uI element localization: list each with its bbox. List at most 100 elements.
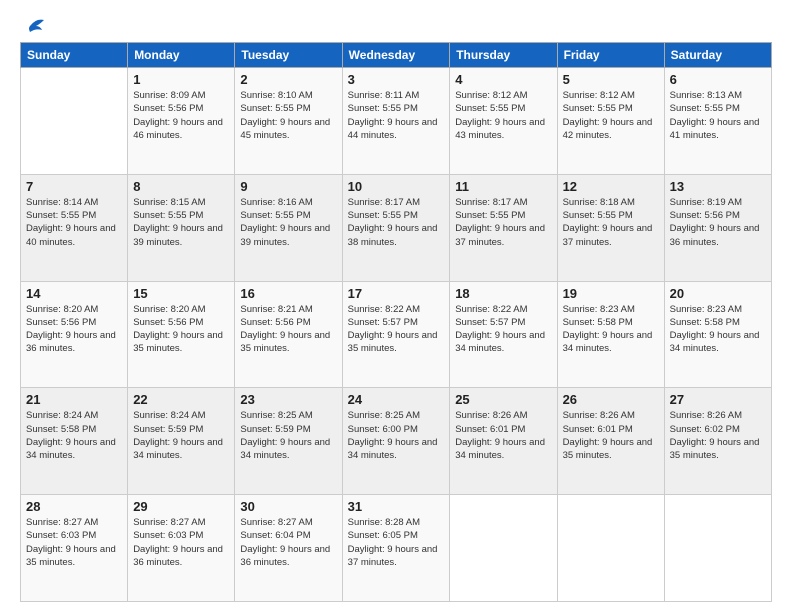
day-info: Sunrise: 8:23 AMSunset: 5:58 PMDaylight:… [670, 303, 766, 356]
calendar-cell [21, 68, 128, 175]
calendar-header-wednesday: Wednesday [342, 43, 450, 68]
day-number: 1 [133, 72, 229, 87]
day-number: 11 [455, 179, 551, 194]
day-info: Sunrise: 8:15 AMSunset: 5:55 PMDaylight:… [133, 196, 229, 249]
day-number: 22 [133, 392, 229, 407]
calendar-cell: 8 Sunrise: 8:15 AMSunset: 5:55 PMDaylight… [128, 174, 235, 281]
day-number: 19 [563, 286, 659, 301]
day-number: 8 [133, 179, 229, 194]
day-info: Sunrise: 8:21 AMSunset: 5:56 PMDaylight:… [240, 303, 336, 356]
day-info: Sunrise: 8:27 AMSunset: 6:03 PMDaylight:… [133, 516, 229, 569]
day-number: 12 [563, 179, 659, 194]
calendar-cell: 12Sunrise: 8:18 AMSunset: 5:55 PMDayligh… [557, 174, 664, 281]
day-info: Sunrise: 8:12 AMSunset: 5:55 PMDaylight:… [455, 89, 551, 142]
day-info: Sunrise: 8:12 AMSunset: 5:55 PMDaylight:… [563, 89, 659, 142]
day-number: 4 [455, 72, 551, 87]
day-number: 13 [670, 179, 766, 194]
calendar-header-monday: Monday [128, 43, 235, 68]
logo-bird-icon [22, 16, 44, 36]
day-number: 5 [563, 72, 659, 87]
calendar-cell: 28 Sunrise: 8:27 AMSunset: 6:03 PMDayligh… [21, 495, 128, 602]
calendar-cell: 15 Sunrise: 8:20 AMSunset: 5:56 PMDayligh… [128, 281, 235, 388]
day-number: 30 [240, 499, 336, 514]
calendar-cell: 31 Sunrise: 8:28 AMSunset: 6:05 PMDayligh… [342, 495, 450, 602]
calendar-cell: 7 Sunrise: 8:14 AMSunset: 5:55 PMDaylight… [21, 174, 128, 281]
calendar-cell: 9 Sunrise: 8:16 AMSunset: 5:55 PMDaylight… [235, 174, 342, 281]
day-number: 26 [563, 392, 659, 407]
day-info: Sunrise: 8:27 AMSunset: 6:03 PMDaylight:… [26, 516, 122, 569]
day-number: 25 [455, 392, 551, 407]
calendar: SundayMondayTuesdayWednesdayThursdayFrid… [20, 42, 772, 602]
day-number: 28 [26, 499, 122, 514]
day-info: Sunrise: 8:14 AMSunset: 5:55 PMDaylight:… [26, 196, 122, 249]
calendar-header-thursday: Thursday [450, 43, 557, 68]
calendar-cell: 17Sunrise: 8:22 AMSunset: 5:57 PMDayligh… [342, 281, 450, 388]
calendar-cell: 20 Sunrise: 8:23 AMSunset: 5:58 PMDayligh… [664, 281, 771, 388]
day-info: Sunrise: 8:20 AMSunset: 5:56 PMDaylight:… [26, 303, 122, 356]
calendar-cell: 24 Sunrise: 8:25 AMSunset: 6:00 PMDayligh… [342, 388, 450, 495]
day-info: Sunrise: 8:26 AMSunset: 6:01 PMDaylight:… [563, 409, 659, 462]
day-info: Sunrise: 8:16 AMSunset: 5:55 PMDaylight:… [240, 196, 336, 249]
calendar-cell: 1 Sunrise: 8:09 AMSunset: 5:56 PMDaylight… [128, 68, 235, 175]
day-number: 23 [240, 392, 336, 407]
day-info: Sunrise: 8:22 AMSunset: 5:57 PMDaylight:… [348, 303, 445, 356]
day-info: Sunrise: 8:24 AMSunset: 5:58 PMDaylight:… [26, 409, 122, 462]
day-info: Sunrise: 8:25 AMSunset: 6:00 PMDaylight:… [348, 409, 445, 462]
calendar-header-tuesday: Tuesday [235, 43, 342, 68]
day-info: Sunrise: 8:22 AMSunset: 5:57 PMDaylight:… [455, 303, 551, 356]
calendar-cell [450, 495, 557, 602]
calendar-cell [664, 495, 771, 602]
day-number: 9 [240, 179, 336, 194]
calendar-cell: 23 Sunrise: 8:25 AMSunset: 5:59 PMDayligh… [235, 388, 342, 495]
calendar-header-saturday: Saturday [664, 43, 771, 68]
day-info: Sunrise: 8:23 AMSunset: 5:58 PMDaylight:… [563, 303, 659, 356]
day-info: Sunrise: 8:20 AMSunset: 5:56 PMDaylight:… [133, 303, 229, 356]
day-info: Sunrise: 8:26 AMSunset: 6:02 PMDaylight:… [670, 409, 766, 462]
day-info: Sunrise: 8:28 AMSunset: 6:05 PMDaylight:… [348, 516, 445, 569]
day-number: 2 [240, 72, 336, 87]
calendar-cell: 10 Sunrise: 8:17 AMSunset: 5:55 PMDayligh… [342, 174, 450, 281]
calendar-cell: 30Sunrise: 8:27 AMSunset: 6:04 PMDayligh… [235, 495, 342, 602]
day-info: Sunrise: 8:09 AMSunset: 5:56 PMDaylight:… [133, 89, 229, 142]
calendar-cell: 22Sunrise: 8:24 AMSunset: 5:59 PMDayligh… [128, 388, 235, 495]
day-number: 20 [670, 286, 766, 301]
calendar-cell: 3Sunrise: 8:11 AMSunset: 5:55 PMDaylight… [342, 68, 450, 175]
day-number: 27 [670, 392, 766, 407]
day-info: Sunrise: 8:19 AMSunset: 5:56 PMDaylight:… [670, 196, 766, 249]
day-info: Sunrise: 8:26 AMSunset: 6:01 PMDaylight:… [455, 409, 551, 462]
page: SundayMondayTuesdayWednesdayThursdayFrid… [0, 0, 792, 612]
calendar-header-row: SundayMondayTuesdayWednesdayThursdayFrid… [21, 43, 772, 68]
calendar-cell: 14 Sunrise: 8:20 AMSunset: 5:56 PMDayligh… [21, 281, 128, 388]
day-number: 10 [348, 179, 445, 194]
calendar-week-3: 14 Sunrise: 8:20 AMSunset: 5:56 PMDayligh… [21, 281, 772, 388]
calendar-cell: 16Sunrise: 8:21 AMSunset: 5:56 PMDayligh… [235, 281, 342, 388]
header [20, 18, 772, 32]
day-number: 24 [348, 392, 445, 407]
calendar-week-1: 1 Sunrise: 8:09 AMSunset: 5:56 PMDaylight… [21, 68, 772, 175]
calendar-week-5: 28 Sunrise: 8:27 AMSunset: 6:03 PMDayligh… [21, 495, 772, 602]
calendar-cell: 4 Sunrise: 8:12 AMSunset: 5:55 PMDaylight… [450, 68, 557, 175]
day-number: 18 [455, 286, 551, 301]
day-number: 7 [26, 179, 122, 194]
calendar-cell [557, 495, 664, 602]
calendar-cell: 2Sunrise: 8:10 AMSunset: 5:55 PMDaylight… [235, 68, 342, 175]
calendar-cell: 5 Sunrise: 8:12 AMSunset: 5:55 PMDaylight… [557, 68, 664, 175]
day-info: Sunrise: 8:25 AMSunset: 5:59 PMDaylight:… [240, 409, 336, 462]
day-number: 14 [26, 286, 122, 301]
calendar-week-2: 7 Sunrise: 8:14 AMSunset: 5:55 PMDaylight… [21, 174, 772, 281]
calendar-week-4: 21Sunrise: 8:24 AMSunset: 5:58 PMDayligh… [21, 388, 772, 495]
day-number: 31 [348, 499, 445, 514]
calendar-cell: 26 Sunrise: 8:26 AMSunset: 6:01 PMDayligh… [557, 388, 664, 495]
calendar-cell: 19 Sunrise: 8:23 AMSunset: 5:58 PMDayligh… [557, 281, 664, 388]
day-number: 15 [133, 286, 229, 301]
calendar-header-friday: Friday [557, 43, 664, 68]
calendar-cell: 21Sunrise: 8:24 AMSunset: 5:58 PMDayligh… [21, 388, 128, 495]
calendar-cell: 13 Sunrise: 8:19 AMSunset: 5:56 PMDayligh… [664, 174, 771, 281]
day-info: Sunrise: 8:17 AMSunset: 5:55 PMDaylight:… [348, 196, 445, 249]
day-number: 6 [670, 72, 766, 87]
calendar-cell: 27 Sunrise: 8:26 AMSunset: 6:02 PMDayligh… [664, 388, 771, 495]
calendar-header-sunday: Sunday [21, 43, 128, 68]
day-number: 29 [133, 499, 229, 514]
calendar-cell: 25 Sunrise: 8:26 AMSunset: 6:01 PMDayligh… [450, 388, 557, 495]
day-info: Sunrise: 8:13 AMSunset: 5:55 PMDaylight:… [670, 89, 766, 142]
